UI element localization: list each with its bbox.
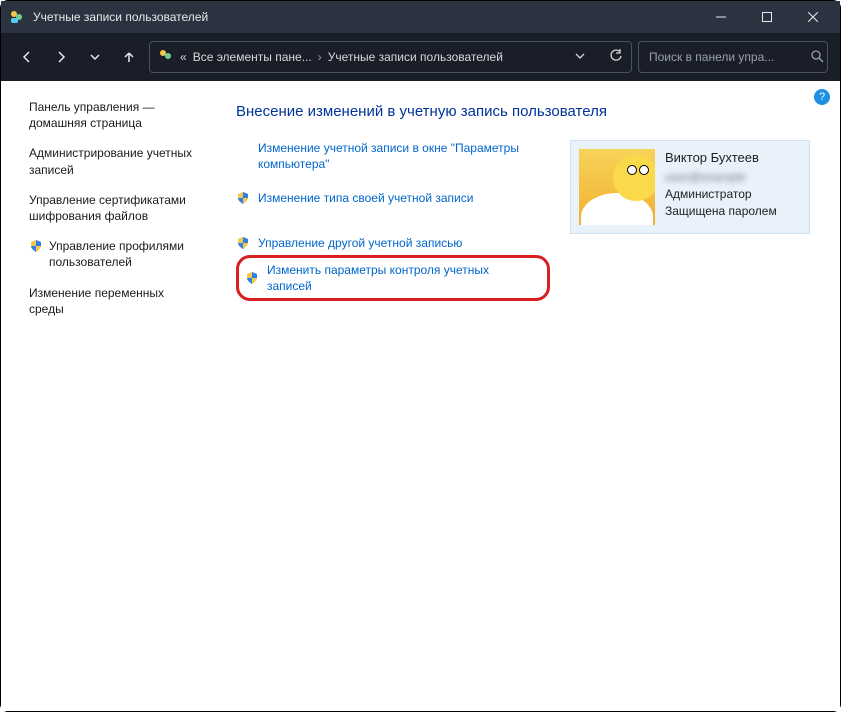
search-input[interactable] xyxy=(647,49,806,65)
user-role: Администратор xyxy=(665,186,777,203)
content-area: Панель управления — домашняя страница Ад… xyxy=(1,81,840,711)
maximize-button[interactable] xyxy=(744,1,790,33)
avatar xyxy=(579,149,655,225)
search-icon[interactable] xyxy=(810,49,824,66)
user-protected: Защищена паролем xyxy=(665,203,777,220)
breadcrumb-dropdown-icon[interactable] xyxy=(575,50,585,64)
shield-icon xyxy=(245,271,259,285)
action-link[interactable]: Изменение учетной записи в окне "Парамет… xyxy=(258,140,550,172)
main-panel: ? Внесение изменений в учетную запись по… xyxy=(216,81,840,711)
chevron-right-icon: › xyxy=(318,50,322,64)
action-link[interactable]: Управление другой учетной записью xyxy=(258,235,462,251)
action-manage-other[interactable]: Управление другой учетной записью xyxy=(236,235,550,251)
actions-list: Изменение учетной записи в окне "Парамет… xyxy=(236,140,550,301)
minimize-button[interactable] xyxy=(698,1,744,33)
forward-button[interactable] xyxy=(47,43,75,71)
action-change-account-type[interactable]: Изменение типа своей учетной записи xyxy=(236,190,550,206)
app-icon xyxy=(9,9,25,25)
close-button[interactable] xyxy=(790,1,836,33)
sidebar-item-certificates[interactable]: Управление сертификатами шифрования файл… xyxy=(29,192,202,224)
help-button[interactable]: ? xyxy=(814,89,830,105)
page-title: Внесение изменений в учетную запись поль… xyxy=(236,103,810,120)
action-change-in-settings[interactable]: Изменение учетной записи в окне "Парамет… xyxy=(236,140,550,172)
refresh-button[interactable] xyxy=(609,49,623,66)
breadcrumb-overflow[interactable]: « xyxy=(180,50,187,64)
toolbar: « Все элементы пане... › Учетные записи … xyxy=(1,33,840,81)
titlebar: Учетные записи пользователей xyxy=(1,1,840,33)
sidebar-item-profiles[interactable]: Управление профилями пользователей xyxy=(29,238,202,270)
sidebar: Панель управления — домашняя страница Ад… xyxy=(1,81,216,711)
window-title: Учетные записи пользователей xyxy=(33,10,208,24)
action-uac-settings-highlight: Изменить параметры контроля учетных запи… xyxy=(236,255,550,301)
back-button[interactable] xyxy=(13,43,41,71)
user-name: Виктор Бухтеев xyxy=(665,149,777,167)
sidebar-home-link[interactable]: Панель управления — домашняя страница xyxy=(29,99,202,131)
shield-icon xyxy=(236,191,250,205)
shield-icon xyxy=(29,239,43,253)
user-info: Виктор Бухтеев user@example Администрато… xyxy=(665,149,777,220)
search-box[interactable] xyxy=(638,41,828,73)
up-button[interactable] xyxy=(115,43,143,71)
user-card: Виктор Бухтеев user@example Администрато… xyxy=(570,140,810,234)
breadcrumb-crumb-2[interactable]: Учетные записи пользователей xyxy=(328,50,503,64)
recent-button[interactable] xyxy=(81,43,109,71)
breadcrumb-crumb-1[interactable]: Все элементы пане... xyxy=(193,50,312,64)
sidebar-item-label: Управление профилями пользователей xyxy=(49,238,202,270)
breadcrumb[interactable]: « Все элементы пане... › Учетные записи … xyxy=(149,41,632,73)
sidebar-item-env-vars[interactable]: Изменение переменных среды xyxy=(29,285,202,317)
sidebar-item-admin-accounts[interactable]: Администрирование учетных записей xyxy=(29,145,202,177)
shield-icon xyxy=(236,236,250,250)
user-email-masked: user@example xyxy=(665,169,777,186)
action-uac-settings[interactable]: Изменить параметры контроля учетных запи… xyxy=(267,262,537,294)
action-link[interactable]: Изменение типа своей учетной записи xyxy=(258,190,473,206)
breadcrumb-icon xyxy=(158,48,174,67)
